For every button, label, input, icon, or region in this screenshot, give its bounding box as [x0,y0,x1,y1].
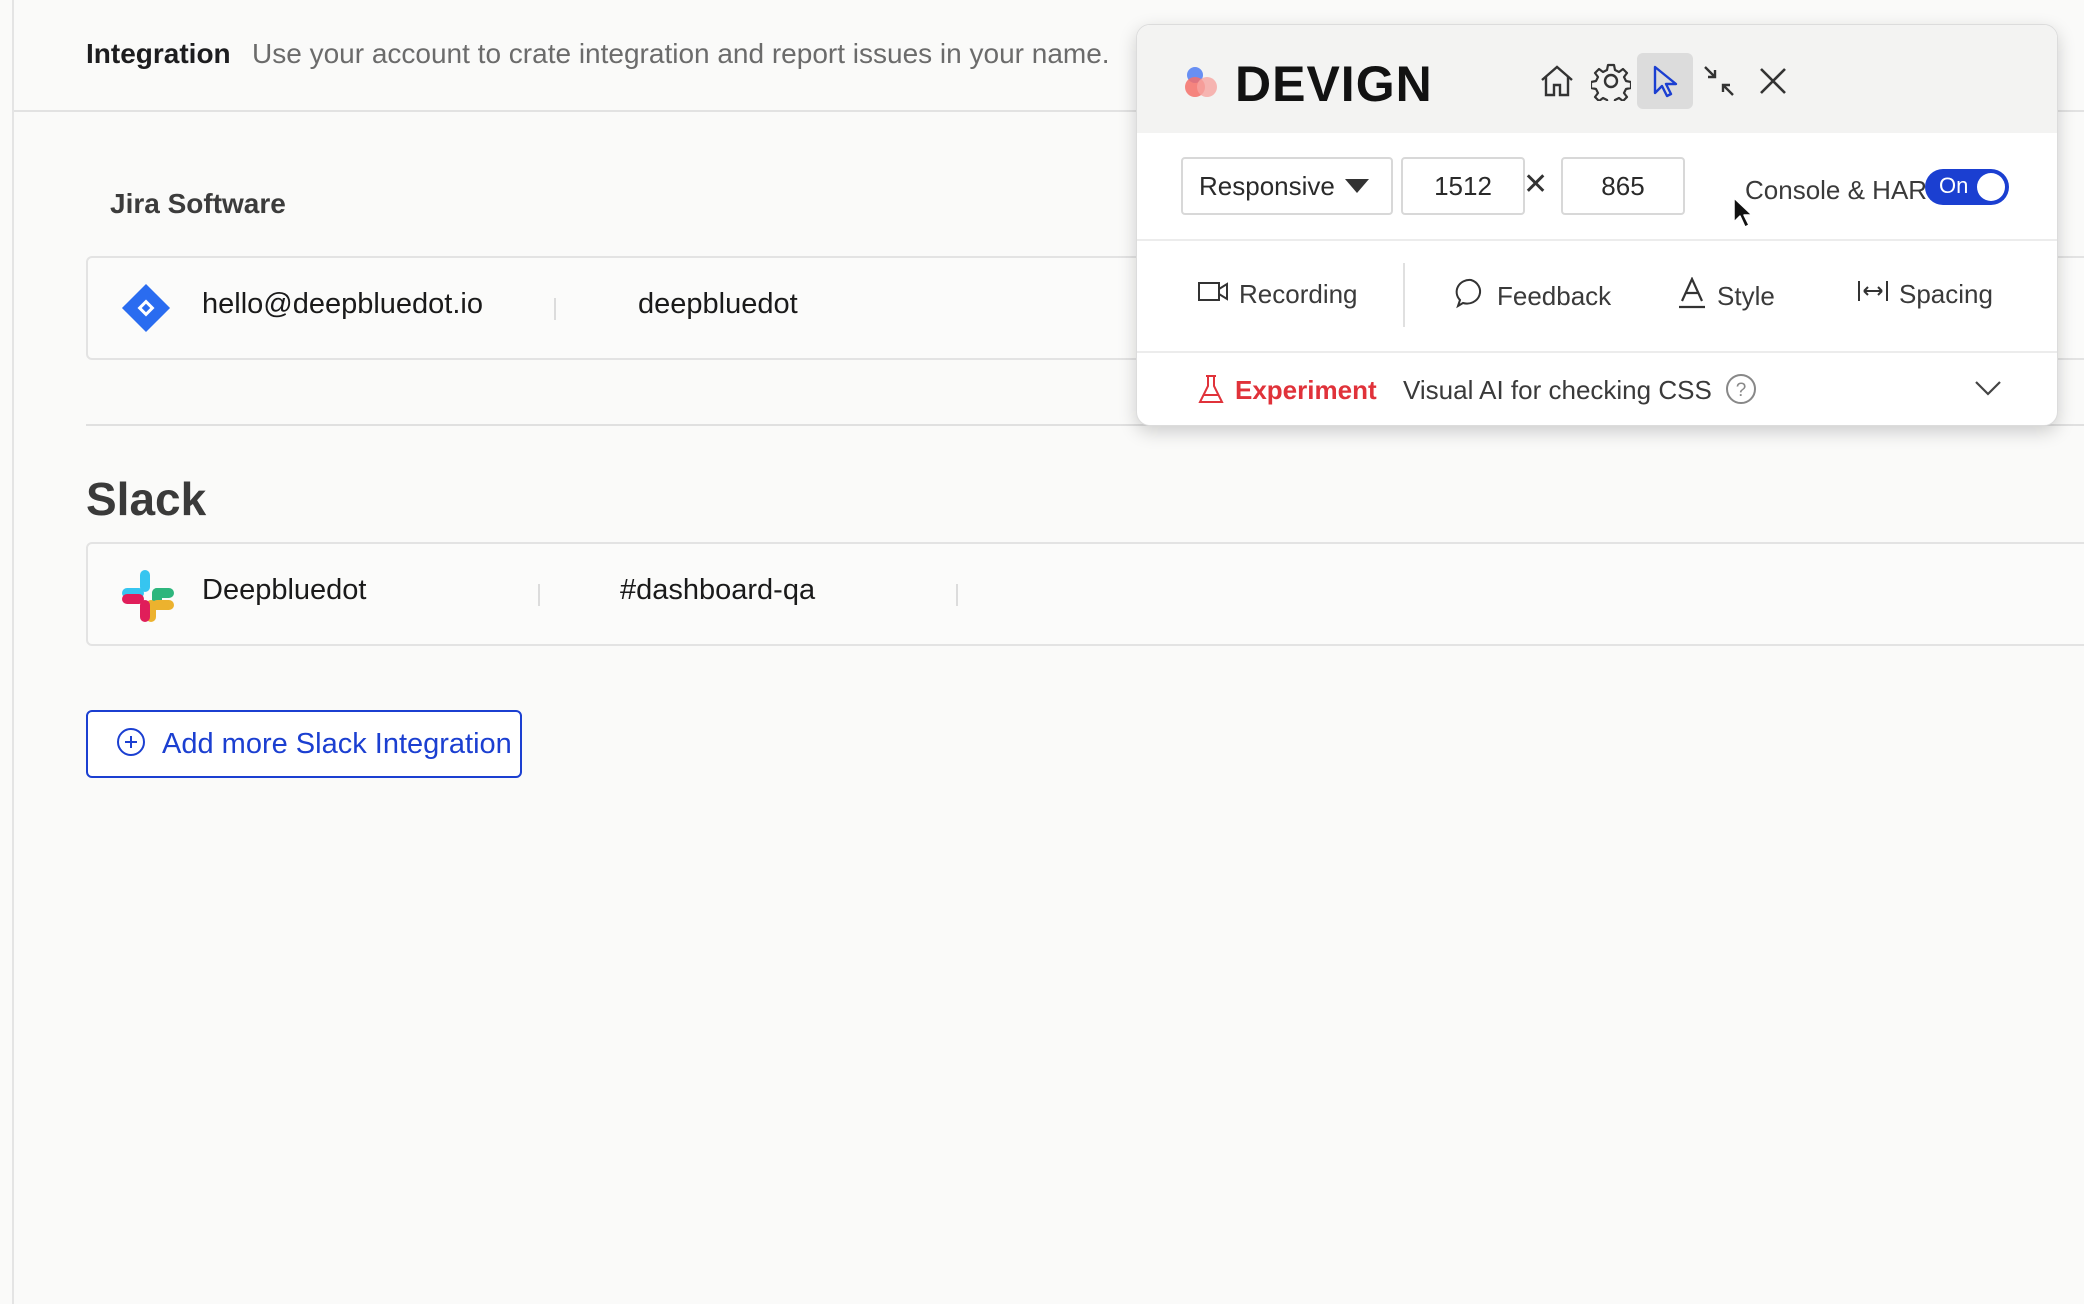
slack-workspace-name: Deepbluedot [202,574,367,606]
viewport-mode-value: Responsive [1199,170,1335,201]
experiment-description: Visual AI for checking CSS [1403,375,1712,405]
slack-logo-icon [120,568,176,629]
spacing-tool-label: Spacing [1899,279,1993,309]
add-slack-integration-button[interactable]: Add more Slack Integration [86,710,522,778]
devign-header: DEVIGN [1137,25,2057,133]
jira-section-heading: Jira Software [110,188,286,219]
card-separator [538,584,540,606]
devign-brand-name: DEVIGN [1235,56,1433,112]
text-style-icon [1677,276,1707,316]
video-camera-icon [1197,277,1229,312]
recording-tool-button[interactable]: Recording [1197,277,1358,312]
spacing-icon [1857,277,1889,312]
card-separator [554,298,556,320]
devign-toolbar: Recording Feedback Style Spacing [1137,241,2057,353]
jira-logo-icon [120,282,172,339]
add-slack-integration-label: Add more Slack Integration [162,727,512,760]
chevron-down-icon[interactable] [1973,377,2003,404]
feedback-tool-button[interactable]: Feedback [1455,277,1611,316]
page-left-border [12,0,14,1304]
slack-integration-card[interactable]: Deepbluedot #dashboard-qa [86,542,2084,646]
times-icon: ✕ [1523,168,1549,201]
viewport-controls: Responsive 1512 ✕ 865 Console & HAR On [1137,133,2057,241]
slack-section-heading: Slack [86,473,207,525]
console-har-label: Console & HAR [1745,175,1928,205]
slack-channel-name: #dashboard-qa [620,574,816,606]
console-har-toggle[interactable]: On [1925,169,2009,205]
jira-account-email: hello@deepbluedot.io [202,288,483,320]
home-icon[interactable] [1529,53,1585,109]
close-icon[interactable] [1745,53,1801,109]
page-title: Integration [86,38,231,69]
toolbar-separator [1403,263,1405,327]
style-tool-label: Style [1717,281,1775,311]
plus-circle-icon [116,727,146,762]
pointer-icon[interactable] [1637,53,1693,109]
page-subtitle: Use your account to crate integration an… [252,38,1110,69]
collapse-icon[interactable] [1691,53,1747,109]
viewport-width-input[interactable]: 1512 [1401,157,1525,215]
toggle-state-label: On [1939,173,1969,198]
speech-bubble-icon [1455,277,1487,316]
mouse-cursor-icon [1732,196,1754,235]
devign-panel: DEVIGN Responsive 1512 ✕ 865 Console & H… [1136,24,2058,426]
viewport-height-input[interactable]: 865 [1561,157,1685,215]
experiment-row[interactable]: Experiment Visual AI for checking CSS ? [1137,353,2057,425]
svg-text:?: ? [1736,380,1747,401]
viewport-mode-select[interactable]: Responsive [1181,157,1393,215]
chevron-down-icon [1345,179,1369,193]
spacing-tool-button[interactable]: Spacing [1857,277,1993,312]
flask-icon [1197,373,1225,410]
toggle-knob [1977,173,2005,201]
feedback-tool-label: Feedback [1497,281,1612,311]
card-separator [956,584,958,606]
jira-workspace-name: deepbluedot [638,288,798,320]
help-icon[interactable]: ? [1725,373,1757,410]
style-tool-button[interactable]: Style [1677,276,1775,316]
gear-icon[interactable] [1583,53,1639,109]
devign-logo-icon [1181,63,1221,103]
experiment-label: Experiment [1235,375,1377,405]
recording-tool-label: Recording [1239,279,1358,309]
